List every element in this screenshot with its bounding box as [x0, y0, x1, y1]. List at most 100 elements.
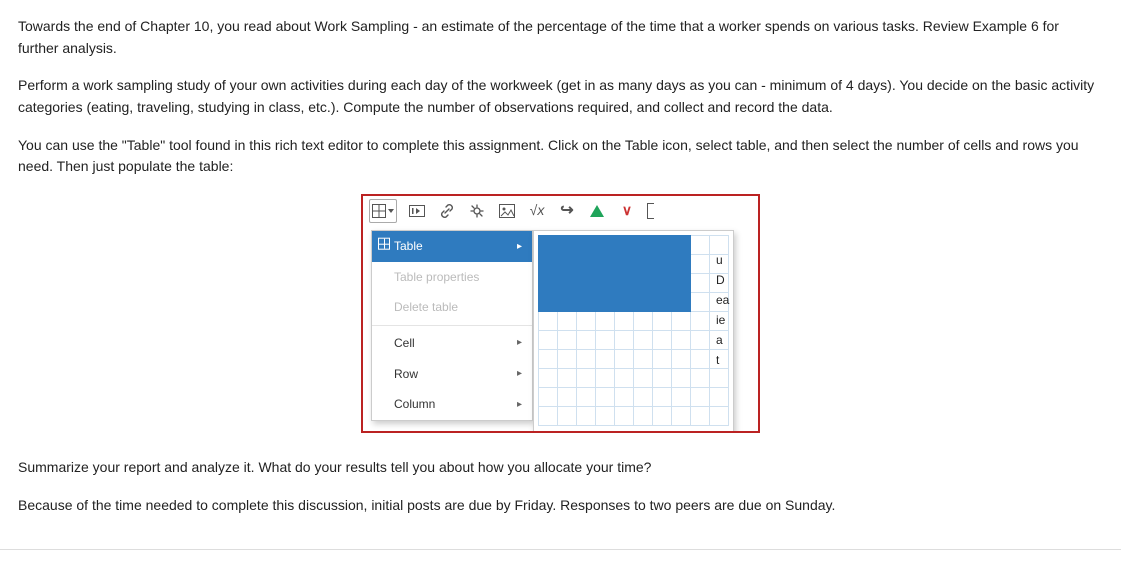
picker-cell[interactable] — [691, 350, 710, 369]
picker-cell[interactable] — [596, 236, 615, 255]
picker-cell[interactable] — [653, 312, 672, 331]
picker-cell[interactable] — [577, 274, 596, 293]
picker-cell[interactable] — [539, 369, 558, 388]
picker-cell[interactable] — [691, 369, 710, 388]
picker-cell[interactable] — [558, 407, 577, 426]
math-icon[interactable]: √x — [527, 201, 547, 221]
picker-cell[interactable] — [558, 236, 577, 255]
picker-cell[interactable] — [615, 312, 634, 331]
picker-cell[interactable] — [558, 331, 577, 350]
picker-cell[interactable] — [577, 369, 596, 388]
picker-cell[interactable] — [691, 331, 710, 350]
picker-cell[interactable] — [539, 255, 558, 274]
picker-cell[interactable] — [672, 312, 691, 331]
picker-cell[interactable] — [615, 293, 634, 312]
picker-cell[interactable] — [596, 255, 615, 274]
picker-cell[interactable] — [710, 407, 729, 426]
picker-cell[interactable] — [653, 407, 672, 426]
picker-cell[interactable] — [672, 331, 691, 350]
picker-cell[interactable] — [558, 369, 577, 388]
picker-cell[interactable] — [634, 274, 653, 293]
check-icon[interactable]: ∨ — [617, 201, 637, 221]
picker-cell[interactable] — [691, 236, 710, 255]
picker-grid[interactable] — [538, 235, 729, 426]
picker-cell[interactable] — [653, 274, 672, 293]
picker-cell[interactable] — [558, 350, 577, 369]
picker-cell[interactable] — [577, 388, 596, 407]
picker-cell[interactable] — [539, 407, 558, 426]
picker-cell[interactable] — [710, 388, 729, 407]
picker-cell[interactable] — [615, 255, 634, 274]
picker-cell[interactable] — [539, 331, 558, 350]
menu-row[interactable]: Row ▸ — [372, 359, 532, 390]
picker-cell[interactable] — [577, 350, 596, 369]
picker-cell[interactable] — [634, 388, 653, 407]
picker-cell[interactable] — [615, 369, 634, 388]
picker-cell[interactable] — [691, 274, 710, 293]
picker-cell[interactable] — [539, 293, 558, 312]
picker-cell[interactable] — [634, 293, 653, 312]
picker-cell[interactable] — [596, 331, 615, 350]
picker-cell[interactable] — [539, 274, 558, 293]
picker-cell[interactable] — [653, 255, 672, 274]
picker-cell[interactable] — [653, 350, 672, 369]
picker-cell[interactable] — [596, 388, 615, 407]
picker-cell[interactable] — [691, 312, 710, 331]
picker-cell[interactable] — [615, 388, 634, 407]
picker-cell[interactable] — [634, 331, 653, 350]
link-icon[interactable] — [437, 201, 457, 221]
picker-cell[interactable] — [634, 350, 653, 369]
picker-cell[interactable] — [653, 388, 672, 407]
picker-cell[interactable] — [539, 236, 558, 255]
picker-cell[interactable] — [577, 255, 596, 274]
picker-cell[interactable] — [539, 350, 558, 369]
picker-cell[interactable] — [615, 407, 634, 426]
picker-cell[interactable] — [539, 312, 558, 331]
menu-column[interactable]: Column ▸ — [372, 389, 532, 420]
menu-table[interactable]: Table ▸ — [372, 231, 532, 262]
picker-cell[interactable] — [691, 388, 710, 407]
picker-cell[interactable] — [596, 369, 615, 388]
picker-cell[interactable] — [691, 255, 710, 274]
table-size-picker[interactable]: 4 x 8 — [533, 230, 734, 433]
embed-icon[interactable]: ↪ — [557, 201, 577, 221]
picker-cell[interactable] — [653, 331, 672, 350]
picker-cell[interactable] — [672, 388, 691, 407]
picker-cell[interactable] — [672, 274, 691, 293]
picker-cell[interactable] — [615, 350, 634, 369]
picker-cell[interactable] — [577, 293, 596, 312]
picker-cell[interactable] — [634, 236, 653, 255]
picker-cell[interactable] — [596, 274, 615, 293]
picker-cell[interactable] — [577, 236, 596, 255]
picker-cell[interactable] — [558, 293, 577, 312]
picker-cell[interactable] — [691, 407, 710, 426]
picker-cell[interactable] — [672, 369, 691, 388]
picker-cell[interactable] — [634, 255, 653, 274]
picker-cell[interactable] — [634, 312, 653, 331]
bracket-icon[interactable] — [647, 203, 654, 219]
picker-cell[interactable] — [691, 293, 710, 312]
picker-cell[interactable] — [577, 407, 596, 426]
picker-cell[interactable] — [672, 407, 691, 426]
table-button[interactable] — [369, 199, 397, 223]
picker-cell[interactable] — [558, 255, 577, 274]
picker-cell[interactable] — [558, 274, 577, 293]
picker-cell[interactable] — [539, 388, 558, 407]
picker-cell[interactable] — [596, 407, 615, 426]
picker-cell[interactable] — [653, 369, 672, 388]
drive-icon[interactable] — [587, 201, 607, 221]
picker-cell[interactable] — [634, 407, 653, 426]
code-block-icon[interactable] — [407, 201, 427, 221]
menu-cell[interactable]: Cell ▸ — [372, 328, 532, 359]
picker-cell[interactable] — [596, 293, 615, 312]
picker-cell[interactable] — [558, 312, 577, 331]
unlink-icon[interactable] — [467, 201, 487, 221]
picker-cell[interactable] — [710, 369, 729, 388]
image-icon[interactable] — [497, 201, 517, 221]
picker-cell[interactable] — [596, 312, 615, 331]
picker-cell[interactable] — [653, 236, 672, 255]
picker-cell[interactable] — [653, 293, 672, 312]
picker-cell[interactable] — [672, 236, 691, 255]
picker-cell[interactable] — [672, 350, 691, 369]
picker-cell[interactable] — [577, 312, 596, 331]
